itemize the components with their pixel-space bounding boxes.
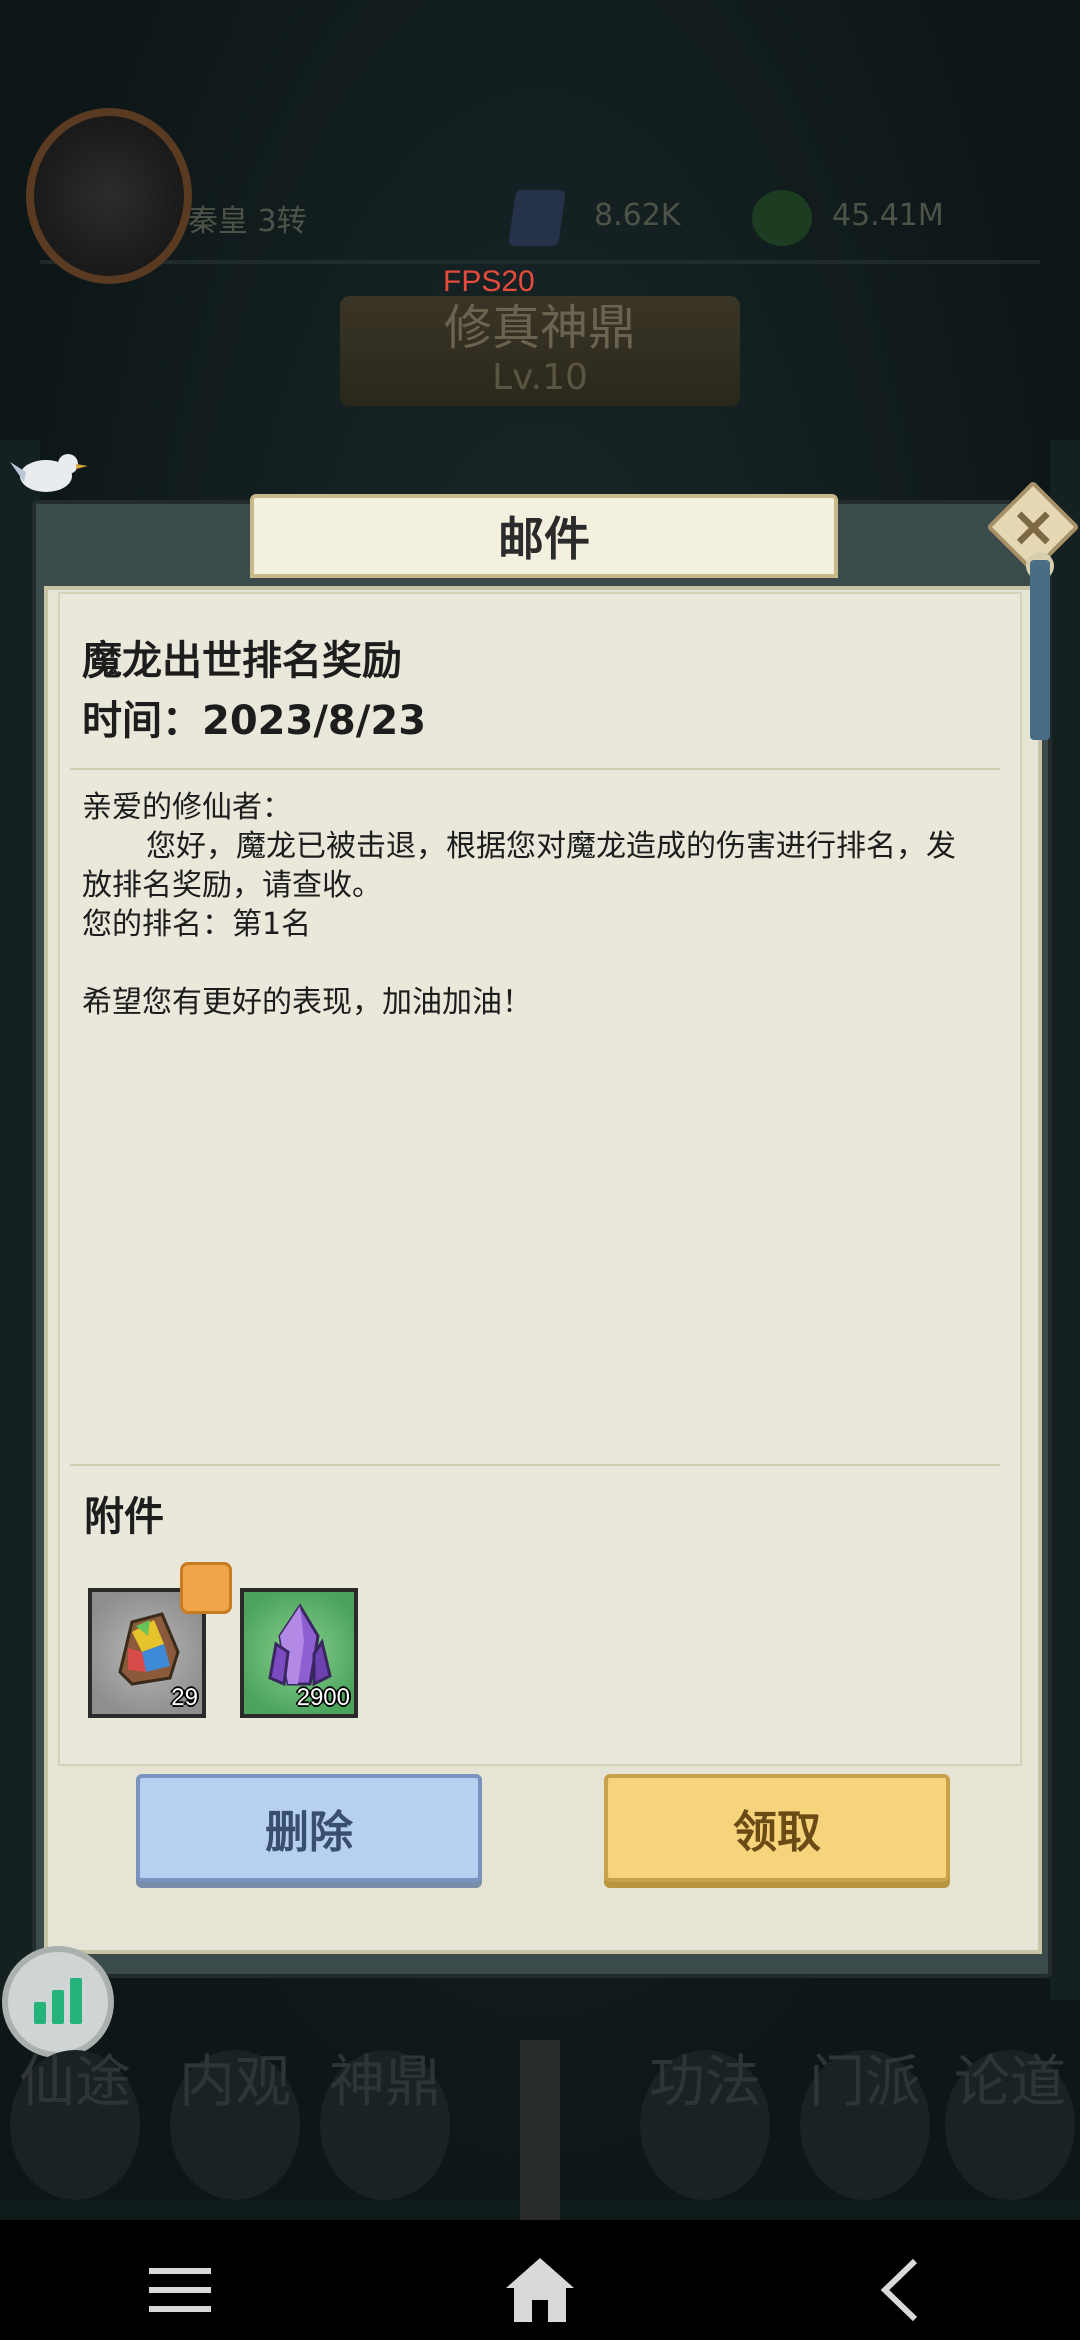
- jade-icon: [752, 190, 812, 246]
- resource2-value: 45.41M: [832, 198, 944, 233]
- claim-button[interactable]: 领取: [604, 1774, 950, 1882]
- back-chevron-icon: [880, 2258, 918, 2322]
- building-name: 修真神鼎: [443, 300, 636, 356]
- divider: [70, 1464, 1000, 1466]
- chart-bar-icon: [70, 1978, 82, 2024]
- menu-icon: [149, 2268, 211, 2312]
- bird-icon: [10, 454, 88, 492]
- chart-bar-icon: [52, 1990, 64, 2024]
- mail-greeting: 亲爱的修仙者：: [82, 790, 292, 825]
- home-icon: [506, 2258, 574, 2322]
- mail-subject: 魔龙出世排名奖励: [82, 638, 402, 684]
- sword-decoration-icon: [520, 2040, 560, 2230]
- nav-shending[interactable]: 神鼎: [320, 2050, 450, 2200]
- attachment-item-crystal[interactable]: 2900: [240, 1588, 358, 1718]
- attachments-label: 附件: [84, 1494, 164, 1540]
- mail-body: 亲爱的修仙者： 您好，魔龙已被击退，根据您对魔龙造成的伤害进行排名，发放排名奖励…: [82, 788, 982, 1022]
- chart-bar-icon: [34, 2002, 46, 2024]
- player-name: 秦皇 3转: [188, 204, 307, 239]
- player-avatar[interactable]: [26, 108, 192, 284]
- mail-time: 时间：2023/8/23: [82, 698, 427, 744]
- nav-lundao[interactable]: 论道: [945, 2050, 1075, 2200]
- building-banner: 修真神鼎 Lv.10: [340, 296, 740, 406]
- nav-neiguan[interactable]: 内观: [170, 2050, 300, 2200]
- nav-gongfa[interactable]: 功法: [640, 2050, 770, 2200]
- attachment-count: 2900: [296, 1684, 350, 1711]
- mail-paragraph: 您好，魔龙已被击退，根据您对魔龙造成的伤害进行排名，发放排名奖励，请查收。: [82, 829, 956, 903]
- spirit-stone-icon: [508, 190, 566, 246]
- nav-xiantu[interactable]: 仙途: [10, 2050, 140, 2200]
- tassel-decoration: [1030, 560, 1050, 740]
- back-button[interactable]: [860, 2250, 940, 2330]
- divider: [70, 768, 1000, 770]
- close-icon: ×: [1009, 493, 1057, 559]
- resource1-value: 8.62K: [594, 198, 681, 233]
- puzzle-badge-icon: [180, 1562, 232, 1614]
- fps-counter: FPS20: [443, 265, 535, 298]
- menu-button[interactable]: [140, 2250, 220, 2330]
- building-level: Lv.10: [492, 357, 588, 398]
- right-edge-decoration: [1050, 440, 1080, 2000]
- mail-closing: 希望您有更好的表现，加油加油！: [82, 985, 532, 1020]
- dialog-title: 邮件: [250, 494, 838, 578]
- mail-rank: 您的排名：第1名: [82, 907, 312, 942]
- nav-menpai[interactable]: 门派: [800, 2050, 930, 2200]
- home-button[interactable]: [500, 2250, 580, 2330]
- delete-button[interactable]: 删除: [136, 1774, 482, 1882]
- attachment-count: 29: [171, 1684, 198, 1711]
